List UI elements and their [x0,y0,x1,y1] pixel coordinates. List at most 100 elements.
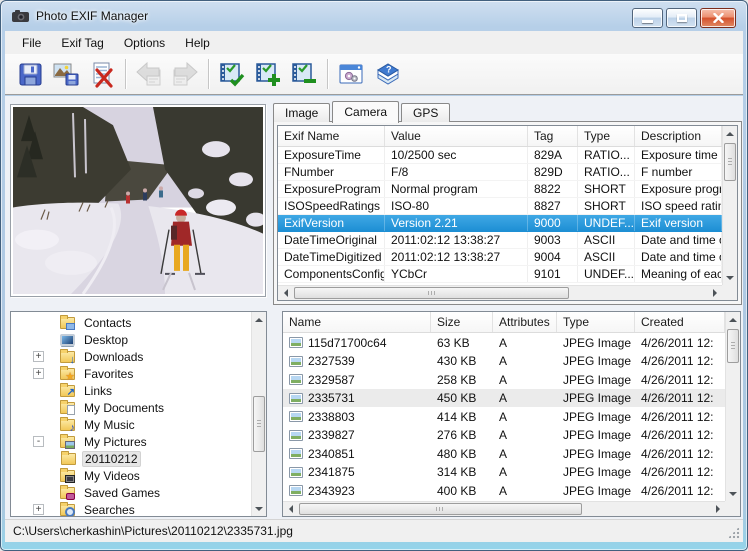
menu-help[interactable]: Help [175,33,220,53]
videos-folder-icon [60,470,75,482]
next-image-button[interactable] [167,57,203,91]
save-image-button[interactable] [48,57,84,91]
tree-item-my-music[interactable]: My Music [11,416,251,433]
list-item[interactable]: 2338803 414 KB A JPEG Image 4/26/2011 12… [283,407,725,426]
column-header-tag[interactable]: Tag [528,126,578,146]
tab-camera[interactable]: Camera [332,101,399,123]
table-row-selected[interactable]: ExifVersion Version 2.21 9000 UNDEF... E… [278,215,722,232]
help-button[interactable]: ? [369,57,405,91]
tree-item-contacts[interactable]: Contacts [11,314,251,331]
column-header-description[interactable]: Description [635,126,722,146]
scroll-up-arrow[interactable] [726,312,740,327]
cell-value: Normal program [385,181,528,197]
scroll-thumb[interactable] [294,287,569,299]
options-button[interactable] [333,57,369,91]
scroll-left-arrow[interactable] [283,502,298,516]
file-list-rows: 115d71700c64 63 KB A JPEG Image 4/26/201… [283,333,725,501]
tree-item-searches[interactable]: + Searches [11,501,251,516]
tree-item-links[interactable]: Links [11,382,251,399]
table-row[interactable]: DateTimeDigitized 2011:02:12 13:38:27 90… [278,249,722,266]
tree-item-downloads[interactable]: + Downloads [11,348,251,365]
table-row[interactable]: FNumber F/8 829D RATIO... F number [278,164,722,181]
column-header-value[interactable]: Value [385,126,528,146]
tab-gps[interactable]: GPS [401,103,450,122]
tree-expander[interactable]: + [33,368,44,379]
list-item[interactable]: 2329587 258 KB A JPEG Image 4/26/2011 12… [283,370,725,389]
table-row[interactable]: ExposureProgram Normal program 8822 SHOR… [278,181,722,198]
tab-image[interactable]: Image [273,103,330,122]
cell-created: 4/26/2011 12: [635,427,725,442]
menu-exif-tag[interactable]: Exif Tag [51,33,113,53]
tree-item-my-pictures[interactable]: - My Pictures [11,433,251,450]
scroll-down-arrow[interactable] [723,270,737,285]
scroll-down-arrow[interactable] [726,486,740,501]
tree-expander[interactable]: + [33,504,44,515]
apply-exif-button[interactable] [214,57,250,91]
previous-image-button[interactable] [131,57,167,91]
column-header-type[interactable]: Type [578,126,635,146]
close-button[interactable] [700,8,736,28]
tree-item-desktop[interactable]: Desktop [11,331,251,348]
tree-item-my-documents[interactable]: My Documents [11,399,251,416]
delete-exif-button[interactable] [84,57,120,91]
tree-expander[interactable]: - [33,436,44,447]
scroll-up-arrow[interactable] [723,126,737,141]
remove-exif-button[interactable] [286,57,322,91]
photo-preview [10,104,266,297]
cell-description: Date and time of [635,232,722,248]
maximize-button[interactable] [666,8,697,28]
tree-expander[interactable]: + [33,351,44,362]
tree-item-20110212[interactable]: 20110212 [11,450,251,467]
save-exif-button[interactable] [12,57,48,91]
table-row[interactable]: DateTimeOriginal 2011:02:12 13:38:27 900… [278,232,722,249]
exif-horizontal-scrollbar[interactable] [278,285,722,300]
menu-file[interactable]: File [12,33,51,53]
cell-attributes: A [493,483,557,498]
list-item-selected[interactable]: 2335731 450 KB A JPEG Image 4/26/2011 12… [283,389,725,408]
column-header-attributes[interactable]: Attributes [493,312,557,332]
scroll-left-arrow[interactable] [278,286,293,300]
cell-type: JPEG Image [557,390,635,405]
title-bar[interactable]: Photo EXIF Manager [1,1,747,31]
cell-attributes: A [493,427,557,442]
tree-item-my-videos[interactable]: My Videos [11,467,251,484]
cell-size: 414 KB [431,409,493,424]
table-row[interactable]: ISOSpeedRatings ISO-80 8827 SHORT ISO sp… [278,198,722,215]
column-header-type[interactable]: Type [557,312,635,332]
scroll-thumb[interactable] [727,329,739,363]
list-item[interactable]: 2343923 400 KB A JPEG Image 4/26/2011 12… [283,481,725,500]
column-header-size[interactable]: Size [431,312,493,332]
scroll-thumb[interactable] [724,143,736,181]
table-row[interactable]: ExposureTime 10/2500 sec 829A RATIO... E… [278,147,722,164]
cell-description: Exposure progra [635,181,722,197]
tree-item-favorites[interactable]: + Favorites [11,365,251,382]
exif-vertical-scrollbar[interactable] [722,126,737,285]
list-item[interactable]: 2341875 314 KB A JPEG Image 4/26/2011 12… [283,463,725,482]
tree-item-label: 20110212 [82,451,141,467]
table-row[interactable]: ComponentsConfig... YCbCr 9101 UNDEF... … [278,266,722,283]
scroll-thumb[interactable] [299,503,582,515]
list-item[interactable]: 115d71700c64 63 KB A JPEG Image 4/26/201… [283,333,725,352]
column-header-created[interactable]: Created [635,312,725,332]
file-list-vertical-scrollbar[interactable] [725,312,740,501]
tree-item-saved-games[interactable]: Saved Games [11,484,251,501]
file-list-horizontal-scrollbar[interactable] [283,501,725,516]
minimize-button[interactable] [632,8,663,28]
scroll-up-arrow[interactable] [252,312,266,327]
scroll-right-arrow[interactable] [707,286,722,300]
cell-type: JPEG Image [557,335,635,350]
list-item[interactable]: 2339827 276 KB A JPEG Image 4/26/2011 12… [283,426,725,445]
list-item[interactable]: 2340851 480 KB A JPEG Image 4/26/2011 12… [283,444,725,463]
scroll-right-arrow[interactable] [710,502,725,516]
scroll-down-arrow[interactable] [252,501,266,516]
tab-strip: Image Camera GPS [273,100,452,122]
tree-vertical-scrollbar[interactable] [251,312,266,516]
cell-description: Exif version [635,215,722,231]
column-header-name[interactable]: Name [283,312,431,332]
add-exif-button[interactable] [250,57,286,91]
menu-options[interactable]: Options [114,33,175,53]
column-header-exif-name[interactable]: Exif Name [278,126,385,146]
list-item[interactable]: 2327539 430 KB A JPEG Image 4/26/2011 12… [283,352,725,371]
resize-grip[interactable] [727,526,740,539]
scroll-thumb[interactable] [253,396,265,452]
